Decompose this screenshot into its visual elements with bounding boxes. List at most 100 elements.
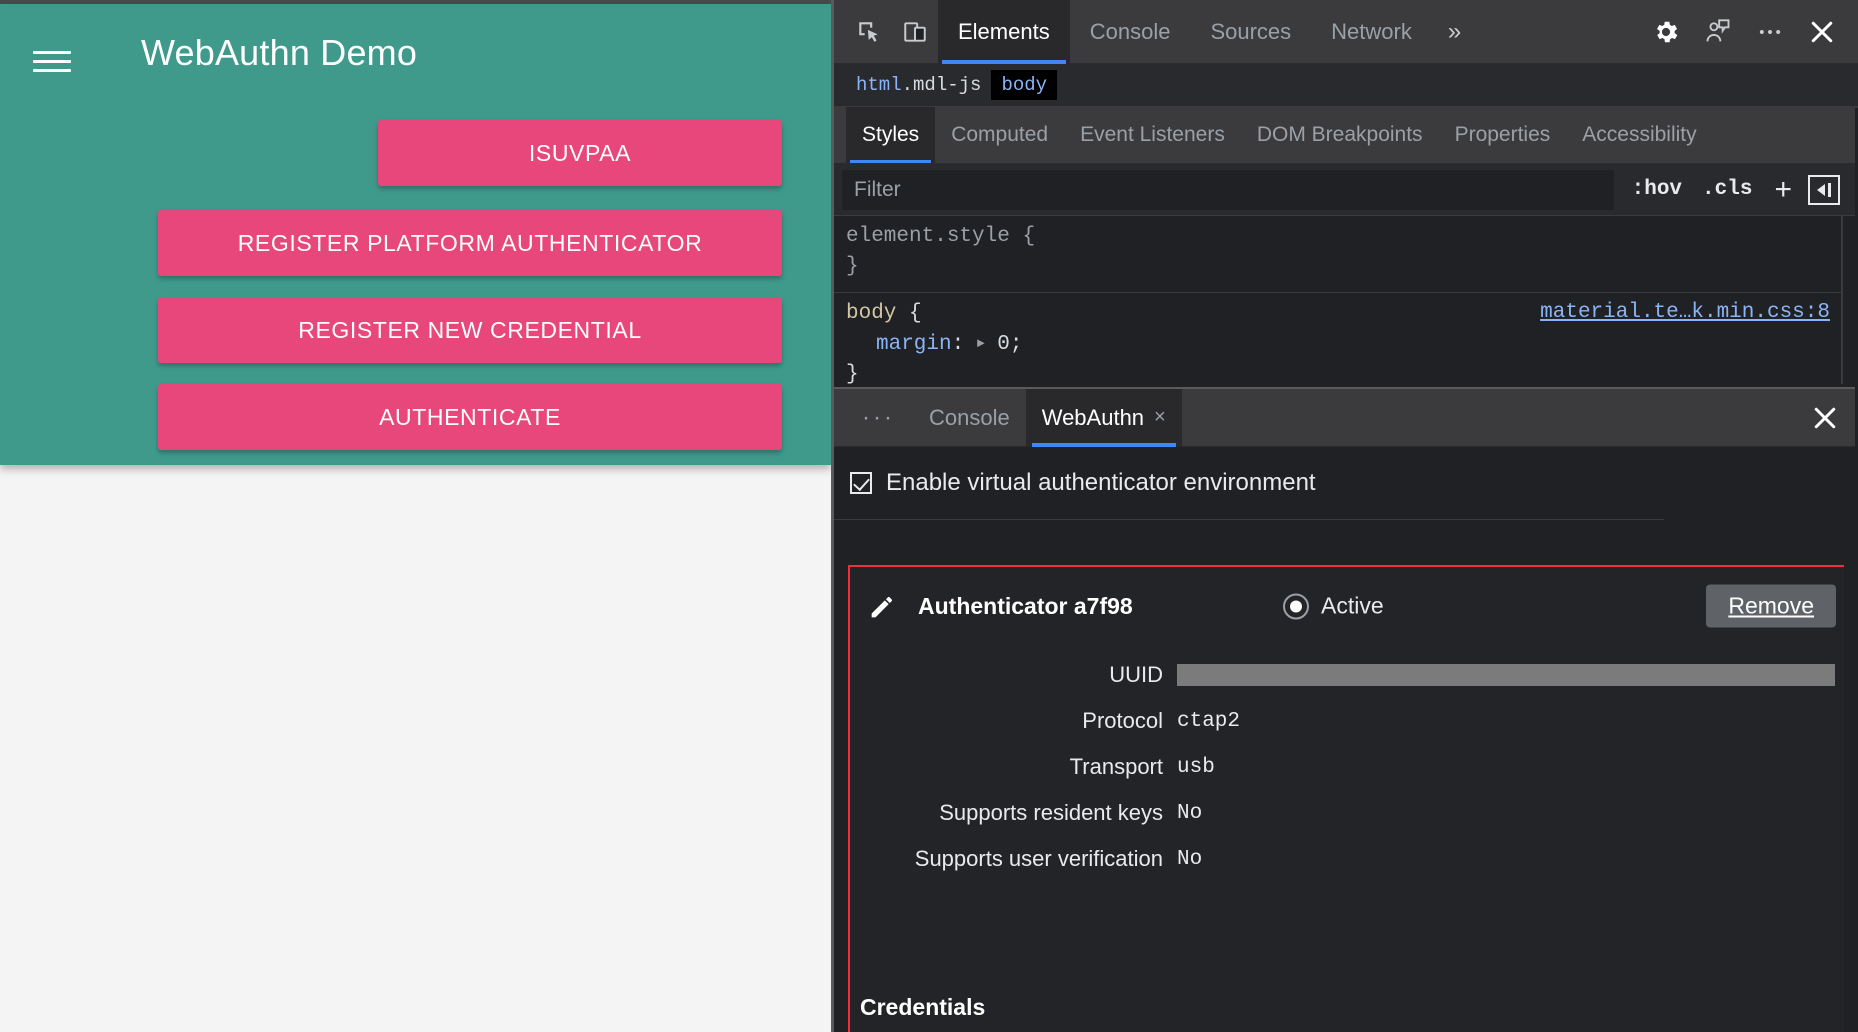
tab-dom-breakpoints[interactable]: DOM Breakpoints xyxy=(1241,107,1439,164)
close-icon[interactable]: × xyxy=(1154,406,1166,429)
field-label: Supports resident keys xyxy=(850,800,1177,826)
tab-event-listeners[interactable]: Event Listeners xyxy=(1064,107,1241,164)
enable-virtual-authenticator-row[interactable]: Enable virtual authenticator environment xyxy=(834,447,1664,520)
stylesheet-source-link[interactable]: material.te…k.min.css:8 xyxy=(1540,301,1830,324)
new-style-rule-button[interactable]: + xyxy=(1762,175,1804,205)
css-property-name[interactable]: margin xyxy=(876,333,952,356)
authenticate-button[interactable]: AUTHENTICATE xyxy=(158,384,782,450)
breadcrumb-item-body[interactable]: body xyxy=(991,70,1057,100)
drawer-tab-label: WebAuthn xyxy=(1042,405,1144,431)
devtools-drawer: ··· Console WebAuthn × Enable virtu xyxy=(834,387,1858,1032)
css-rule-element-style[interactable]: element.style { } xyxy=(834,216,1858,288)
isuvpaa-button[interactable]: ISUVPAA xyxy=(378,120,782,186)
page-title: WebAuthn Demo xyxy=(141,32,417,74)
tab-styles[interactable]: Styles xyxy=(846,107,935,164)
toggle-element-classes-button[interactable]: .cls xyxy=(1692,176,1762,203)
authenticator-fields: UUID Protocol ctap2 Transport usb xyxy=(850,645,1854,879)
drawer-more-tabs-icon[interactable]: ··· xyxy=(844,404,913,432)
tab-network[interactable]: Network xyxy=(1311,0,1432,64)
styles-filter-row: :hov .cls + xyxy=(834,164,1858,216)
css-property-value[interactable]: 0 xyxy=(997,333,1010,356)
drawer-tabbar: ··· Console WebAuthn × xyxy=(834,389,1858,447)
active-authenticator-control[interactable]: Active xyxy=(1283,593,1384,620)
close-icon[interactable] xyxy=(1796,0,1848,64)
css-open-brace: { xyxy=(909,302,922,325)
active-label: Active xyxy=(1321,593,1384,620)
css-close-brace-line: } xyxy=(846,252,1858,282)
field-row-uuid: UUID xyxy=(850,655,1854,695)
inspect-element-icon[interactable] xyxy=(846,12,892,52)
gear-icon[interactable] xyxy=(1640,0,1692,64)
more-options-icon[interactable] xyxy=(1744,0,1796,64)
active-radio-button[interactable] xyxy=(1283,593,1309,619)
toggle-pseudo-state-button[interactable]: :hov xyxy=(1622,176,1692,203)
css-selector[interactable]: element.style xyxy=(846,225,1010,248)
css-rule-selector-line: element.style { xyxy=(846,222,1858,252)
field-row-supports-resident-keys: Supports resident keys No xyxy=(850,793,1854,833)
hamburger-bar xyxy=(33,60,71,63)
webauthn-panel: Enable virtual authenticator environment… xyxy=(834,447,1858,1032)
field-value: ctap2 xyxy=(1177,710,1240,733)
field-row-supports-user-verification: Supports user verification No xyxy=(850,839,1854,879)
authenticator-name: Authenticator a7f98 xyxy=(918,593,1133,620)
screen: WebAuthn Demo ISUVPAA REGISTER PLATFORM … xyxy=(0,0,1858,1032)
tab-elements[interactable]: Elements xyxy=(938,0,1070,64)
tab-sources[interactable]: Sources xyxy=(1190,0,1311,64)
drawer-tab-label: Console xyxy=(929,405,1010,431)
field-label: UUID xyxy=(850,662,1177,688)
tab-accessibility[interactable]: Accessibility xyxy=(1566,107,1712,164)
field-label: Supports user verification xyxy=(850,846,1177,872)
search-input[interactable] xyxy=(842,170,1614,210)
breadcrumb-tag: body xyxy=(1001,74,1047,96)
feedback-person-icon[interactable] xyxy=(1692,0,1744,64)
web-page-viewport: WebAuthn Demo ISUVPAA REGISTER PLATFORM … xyxy=(0,0,831,1032)
more-tabs-chevron-icon[interactable]: » xyxy=(1432,0,1477,64)
field-row-transport: Transport usb xyxy=(850,747,1854,787)
register-platform-authenticator-button[interactable]: REGISTER PLATFORM AUTHENTICATOR xyxy=(158,210,782,276)
css-close-brace-line: } xyxy=(846,360,1858,384)
enable-virtual-authenticator-label: Enable virtual authenticator environment xyxy=(886,469,1316,497)
panel-collapse-icon[interactable] xyxy=(1808,175,1840,205)
uuid-redacted-value xyxy=(1177,664,1835,686)
styles-sidebar-tabbar: Styles Computed Event Listeners DOM Brea… xyxy=(834,107,1858,164)
drawer-tab-console[interactable]: Console xyxy=(913,389,1026,447)
tab-properties[interactable]: Properties xyxy=(1439,107,1567,164)
breadcrumb-tag: html xyxy=(856,74,902,96)
breadcrumb: html.mdl-js body xyxy=(834,64,1858,107)
hamburger-bar xyxy=(33,51,71,54)
field-value: usb xyxy=(1177,756,1215,779)
field-value: No xyxy=(1177,802,1202,825)
drawer-close-icon[interactable] xyxy=(1808,401,1842,435)
devtools-toolbar: Elements Console Sources Network » xyxy=(834,0,1858,64)
device-toolbar-icon[interactable] xyxy=(892,12,938,52)
tab-computed[interactable]: Computed xyxy=(935,107,1064,164)
field-row-protocol: Protocol ctap2 xyxy=(850,701,1854,741)
css-close-brace: } xyxy=(846,255,859,278)
expand-shorthand-icon[interactable]: ► xyxy=(977,336,985,351)
css-close-brace: } xyxy=(846,363,859,384)
remove-authenticator-button[interactable]: Remove xyxy=(1706,585,1836,628)
css-rule-body[interactable]: material.te…k.min.css:8 body { margin: ►… xyxy=(834,293,1858,384)
collapse-bar xyxy=(1828,183,1831,197)
field-value: No xyxy=(1177,848,1202,871)
hamburger-menu-icon[interactable] xyxy=(33,47,71,75)
breadcrumb-class: .mdl-js xyxy=(902,74,982,96)
pencil-edit-icon[interactable] xyxy=(866,589,900,623)
register-new-credential-button[interactable]: REGISTER NEW CREDENTIAL xyxy=(158,297,782,363)
field-label: Protocol xyxy=(850,708,1177,734)
enable-virtual-authenticator-checkbox[interactable] xyxy=(850,472,872,494)
authenticator-card: Authenticator a7f98 Active Remove UUID xyxy=(848,565,1856,1032)
tab-console[interactable]: Console xyxy=(1070,0,1191,64)
styles-rules-pane: element.style { } material.te…k.min.css:… xyxy=(834,216,1858,384)
authenticator-header: Authenticator a7f98 Active Remove xyxy=(850,567,1854,645)
css-selector[interactable]: body xyxy=(846,302,896,325)
collapse-arrow xyxy=(1817,184,1825,196)
app-header-card: WebAuthn Demo ISUVPAA REGISTER PLATFORM … xyxy=(0,4,831,465)
drawer-tab-webauthn[interactable]: WebAuthn × xyxy=(1026,389,1182,447)
field-label: Transport xyxy=(850,754,1177,780)
breadcrumb-item-html[interactable]: html.mdl-js xyxy=(846,70,991,100)
devtools-panel: Elements Console Sources Network » xyxy=(831,0,1858,1032)
css-open-brace: { xyxy=(1022,225,1035,248)
credentials-heading: Credentials xyxy=(860,994,985,1021)
css-declaration[interactable]: margin: ► 0; xyxy=(846,329,1858,360)
